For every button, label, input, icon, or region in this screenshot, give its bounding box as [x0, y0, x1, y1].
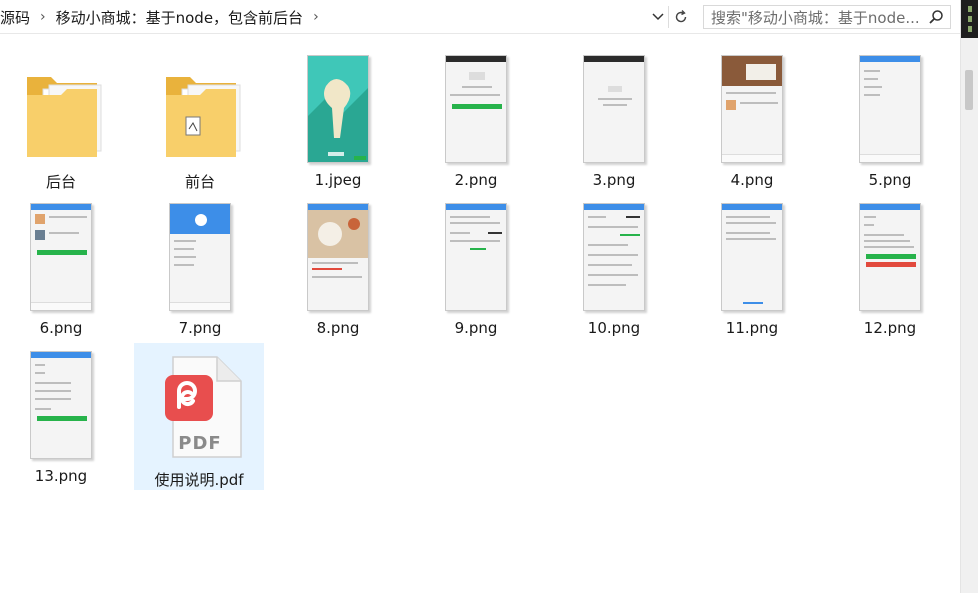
file-item-image-2[interactable]: 2.png	[411, 45, 541, 193]
breadcrumb: 源码 › 移动小商城：基于node，包含前后台 ›	[0, 5, 670, 29]
image-thumbnail	[825, 53, 955, 165]
folder-icon	[0, 53, 126, 165]
file-label: 4.png	[730, 171, 774, 189]
image-thumbnail	[273, 201, 403, 313]
file-item-image-8[interactable]: 8.png	[273, 193, 403, 341]
breadcrumb-chevron-icon[interactable]: ›	[34, 9, 52, 25]
breadcrumb-item-current[interactable]: 移动小商城：基于node，包含前后台	[52, 7, 307, 28]
file-label: 前台	[184, 173, 215, 191]
file-label: 6.png	[39, 319, 83, 337]
file-item-image-10[interactable]: 10.png	[549, 193, 679, 341]
file-item-image-3[interactable]: 3.png	[549, 45, 679, 193]
image-thumbnail	[411, 53, 541, 165]
file-label: 后台	[45, 173, 76, 191]
image-thumbnail	[0, 201, 126, 313]
image-thumbnail	[687, 201, 817, 313]
file-label: 5.png	[868, 171, 912, 189]
file-label: 11.png	[725, 319, 779, 337]
file-item-pdf[interactable]: PDF 使用说明.pdf	[134, 343, 264, 490]
breadcrumb-item-source[interactable]: 源码	[0, 7, 34, 28]
file-label: 1.jpeg	[314, 171, 362, 189]
breadcrumb-chevron-end-icon[interactable]: ›	[307, 9, 325, 25]
image-thumbnail	[0, 349, 126, 461]
folder-icon	[135, 53, 265, 165]
file-item-image-4[interactable]: 4.png	[687, 45, 817, 193]
file-item-image-7[interactable]: 7.png	[135, 193, 265, 341]
image-thumbnail	[549, 53, 679, 165]
address-bar: 源码 › 移动小商城：基于node，包含前后台 › 搜索"移动小商城：基于nod…	[0, 0, 978, 34]
scrollbar-thumb[interactable]	[965, 70, 973, 110]
image-thumbnail	[549, 201, 679, 313]
file-label: 3.png	[592, 171, 636, 189]
pdf-badge: PDF	[178, 433, 222, 454]
search-icon[interactable]	[928, 9, 944, 29]
scrollbar-top-cap	[961, 0, 978, 38]
file-item-folder-backend[interactable]: 后台	[0, 45, 126, 193]
image-thumbnail	[273, 53, 403, 165]
image-thumbnail	[411, 201, 541, 313]
file-label: 13.png	[34, 467, 88, 485]
image-thumbnail	[825, 201, 955, 313]
file-label: 7.png	[178, 319, 222, 337]
file-item-image-9[interactable]: 9.png	[411, 193, 541, 341]
file-item-image-6[interactable]: 6.png	[0, 193, 126, 341]
history-dropdown-icon[interactable]	[648, 6, 668, 28]
search-placeholder: 搜索"移动小商城：基于node...	[711, 8, 920, 27]
file-item-image-11[interactable]: 11.png	[687, 193, 817, 341]
file-label: 12.png	[863, 319, 917, 337]
file-label: 9.png	[454, 319, 498, 337]
file-item-image-12[interactable]: 12.png	[825, 193, 955, 341]
pdf-file-icon: PDF	[134, 351, 264, 463]
file-label: 2.png	[454, 171, 498, 189]
refresh-icon[interactable]	[668, 6, 692, 28]
file-label: 10.png	[587, 319, 641, 337]
image-thumbnail	[135, 201, 265, 313]
search-input[interactable]: 搜索"移动小商城：基于node...	[703, 5, 951, 29]
file-item-image-13[interactable]: 13.png	[0, 341, 126, 489]
file-item-folder-frontend[interactable]: 前台	[135, 45, 265, 193]
file-item-image-5[interactable]: 5.png	[825, 45, 955, 193]
image-thumbnail	[687, 53, 817, 165]
vertical-scrollbar[interactable]	[960, 0, 978, 593]
file-label: 8.png	[316, 319, 360, 337]
file-item-image-1[interactable]: 1.jpeg	[273, 45, 403, 193]
file-label: 使用说明.pdf	[154, 471, 244, 489]
